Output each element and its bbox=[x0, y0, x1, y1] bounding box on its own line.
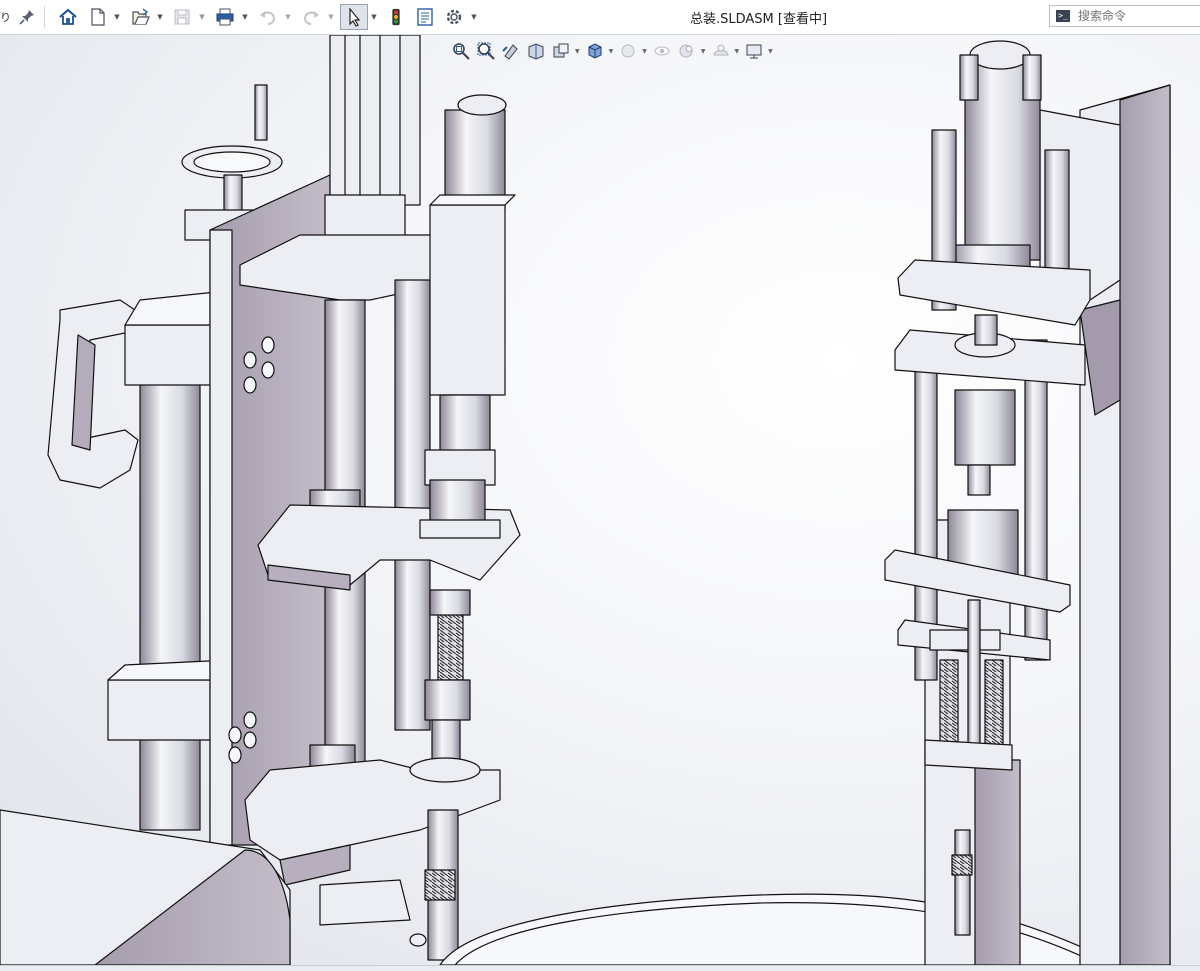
nozzle bbox=[954, 829, 971, 936]
assembly-model[interactable] bbox=[0, 35, 1200, 965]
section-view-icon[interactable] bbox=[525, 40, 547, 62]
new-document-icon[interactable] bbox=[86, 4, 110, 30]
save-dropdown-caret[interactable]: ▼ bbox=[198, 4, 206, 30]
toolbar-separator bbox=[44, 6, 45, 28]
save-icon[interactable] bbox=[170, 4, 194, 30]
select-cursor-icon[interactable] bbox=[340, 4, 368, 30]
print-icon[interactable] bbox=[213, 4, 237, 30]
undo-dropdown-caret[interactable]: ▼ bbox=[284, 4, 292, 30]
window-title: 总装.SLDASM [查看中] bbox=[690, 12, 828, 27]
file-properties-icon[interactable] bbox=[414, 4, 436, 30]
edit-appearance-icon[interactable] bbox=[676, 40, 698, 62]
print-dropdown-caret[interactable]: ▼ bbox=[241, 4, 249, 30]
redo-icon[interactable] bbox=[299, 4, 323, 30]
annotation-views-caret[interactable]: ▼ bbox=[575, 48, 580, 55]
apply-scene-icon[interactable] bbox=[710, 40, 732, 62]
traffic-light-icon[interactable] bbox=[386, 4, 406, 30]
spring bbox=[437, 609, 464, 681]
new-dropdown-caret[interactable]: ▼ bbox=[113, 4, 121, 30]
dynamic-annotation-views-icon[interactable] bbox=[550, 40, 572, 62]
linear-actuator bbox=[329, 35, 421, 206]
cutoff-menu-text: り bbox=[0, 11, 11, 24]
undo-icon[interactable] bbox=[256, 4, 280, 30]
view-orientation-caret[interactable]: ▼ bbox=[609, 48, 614, 55]
search-commands-input[interactable] bbox=[1076, 8, 1200, 24]
select-dropdown-caret[interactable]: ▼ bbox=[370, 4, 378, 30]
hide-show-items-icon[interactable] bbox=[651, 40, 673, 62]
left-station bbox=[0, 35, 521, 965]
redo-dropdown-caret[interactable]: ▼ bbox=[327, 4, 335, 30]
pin-icon[interactable] bbox=[16, 4, 38, 30]
home-icon[interactable] bbox=[56, 4, 80, 30]
view-settings-caret[interactable]: ▼ bbox=[768, 48, 773, 55]
command-prompt-icon: >_ bbox=[1056, 10, 1070, 22]
display-style-caret[interactable]: ▼ bbox=[642, 48, 647, 55]
view-settings-icon[interactable] bbox=[743, 40, 765, 62]
zoom-to-area-icon[interactable] bbox=[475, 40, 497, 62]
display-style-icon[interactable] bbox=[617, 40, 639, 62]
graphics-viewport[interactable]: ▼ ▼ ▼ ▼ ▼ ▼ bbox=[0, 35, 1200, 965]
heads-up-view-toolbar: ▼ ▼ ▼ ▼ ▼ ▼ bbox=[450, 38, 777, 64]
open-dropdown-caret[interactable]: ▼ bbox=[156, 4, 164, 30]
open-file-icon[interactable] bbox=[128, 4, 152, 30]
title-bar: り ▼ ▼ ▼ ▼ ▼ ▼ ▼ ▼ 总装.SLDASM [查看中] >_ 搜索命… bbox=[0, 0, 1200, 35]
view-orientation-icon[interactable] bbox=[584, 40, 606, 62]
options-dropdown-caret[interactable]: ▼ bbox=[470, 4, 478, 30]
previous-view-icon[interactable] bbox=[500, 40, 522, 62]
zoom-to-fit-icon[interactable] bbox=[450, 40, 472, 62]
apply-scene-caret[interactable]: ▼ bbox=[735, 48, 740, 55]
status-strip bbox=[0, 965, 1200, 971]
right-station bbox=[884, 40, 1171, 965]
command-search[interactable]: >_ bbox=[1049, 5, 1200, 27]
edit-appearance-caret[interactable]: ▼ bbox=[701, 48, 706, 55]
rear-column bbox=[139, 369, 201, 831]
options-gear-icon[interactable] bbox=[443, 4, 465, 30]
